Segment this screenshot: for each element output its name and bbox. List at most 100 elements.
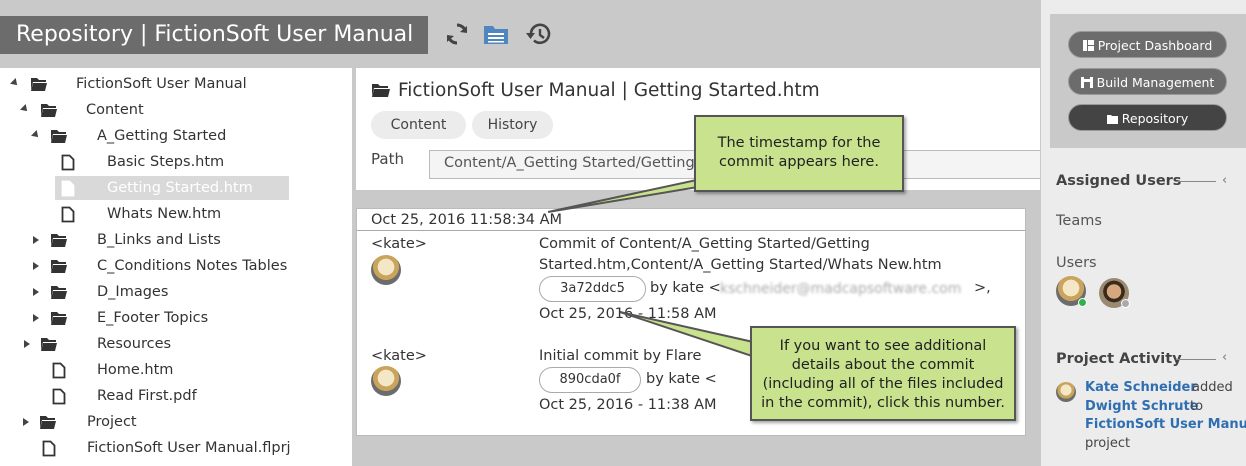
repository-icon	[1106, 115, 1118, 124]
folder-icon	[40, 416, 56, 429]
collapse-caret-icon[interactable]: ‹	[1222, 173, 1227, 188]
nav-label: Project Dashboard	[1097, 38, 1213, 53]
tree-item-e-footer[interactable]: E_Footer Topics	[0, 306, 352, 332]
collapse-arrow-icon[interactable]	[23, 418, 29, 426]
commit-date: Oct 25, 2016 - 11:38 AM	[539, 397, 717, 413]
build-management-button[interactable]: Build Management	[1068, 68, 1227, 95]
page-title: Repository | FictionSoft User Manual	[0, 16, 428, 54]
expand-arrow-icon[interactable]	[31, 130, 41, 140]
tree-item-home[interactable]: Home.htm	[0, 358, 352, 384]
details-callout: If you want to see additional details ab…	[750, 326, 1016, 421]
folder-view-icon[interactable]	[482, 20, 510, 48]
assigned-users-heading: Assigned Users	[1056, 173, 1182, 189]
collapse-arrow-icon[interactable]	[33, 288, 39, 296]
tree-item-label: Whats New.htm	[107, 206, 222, 222]
dashboard-icon	[1082, 40, 1094, 51]
tree-item-c-conditions[interactable]: C_Conditions Notes Tables	[0, 254, 352, 280]
folder-icon	[51, 234, 67, 247]
activity-user-link[interactable]: Kate Schneider	[1085, 380, 1197, 395]
commit-hash-button[interactable]: 3a72ddc5	[539, 276, 646, 302]
commit-by: by kate <	[650, 280, 721, 296]
collapse-caret-icon[interactable]: ‹	[1222, 350, 1227, 365]
commit-email-suffix: >,	[974, 280, 991, 296]
tree-item-basic-steps[interactable]: Basic Steps.htm	[0, 150, 352, 176]
tree-item-root[interactable]: FictionSoft User Manual	[0, 72, 352, 98]
users-label: Users	[1056, 255, 1097, 271]
tree-item-d-images[interactable]: D_Images	[0, 280, 352, 306]
tree-item-label: Basic Steps.htm	[107, 154, 225, 170]
tree-item-project[interactable]: Project	[0, 410, 352, 436]
tree-item-content[interactable]: Content	[0, 98, 352, 124]
collapse-arrow-icon[interactable]	[33, 314, 39, 322]
project-activity-heading: Project Activity	[1056, 351, 1182, 367]
tab-history[interactable]: History	[472, 111, 553, 139]
tree-item-label: A_Getting Started	[97, 128, 227, 144]
tree-item-label: Read First.pdf	[97, 388, 197, 404]
tree-item-a-getting-started[interactable]: A_Getting Started	[0, 124, 352, 150]
tree-item-label: B_Links and Lists	[97, 232, 221, 248]
commit-message-cont: Started.htm,Content/A_Getting Started/Wh…	[539, 257, 942, 273]
avatar	[371, 366, 401, 396]
history-icon[interactable]	[525, 20, 553, 48]
tree-item-label: D_Images	[97, 284, 169, 300]
file-icon	[61, 180, 75, 197]
collapse-arrow-icon[interactable]	[33, 236, 39, 244]
folder-icon	[51, 312, 67, 325]
section-divider	[1176, 181, 1216, 182]
tree-item-getting-started[interactable]: Getting Started.htm	[0, 176, 352, 202]
expand-arrow-icon[interactable]	[20, 104, 30, 114]
collapse-arrow-icon[interactable]	[24, 340, 30, 348]
commit-by: by kate <	[646, 371, 717, 387]
tree-item-label: E_Footer Topics	[97, 310, 209, 326]
commit-timestamp: Oct 25, 2016 11:58:34 AM	[357, 209, 1025, 231]
commit-author: <kate>	[371, 348, 427, 364]
file-icon	[42, 440, 56, 457]
folder-icon	[51, 260, 67, 273]
commit-date: Oct 25, 2016 - 11:58 AM	[539, 306, 717, 322]
project-dashboard-button[interactable]: Project Dashboard	[1068, 31, 1227, 58]
folder-icon	[41, 338, 57, 351]
folder-open-icon	[41, 104, 57, 117]
commit-author: <kate>	[371, 236, 427, 252]
file-icon	[61, 154, 75, 171]
folder-open-icon	[31, 78, 47, 91]
tree-item-read-first[interactable]: Read First.pdf	[0, 384, 352, 410]
tree-item-label: FictionSoft User Manual	[76, 76, 247, 92]
tree-item-label: Getting Started.htm	[107, 180, 253, 196]
teams-label: Teams	[1056, 213, 1102, 229]
document-title: FictionSoft User Manual | Getting Starte…	[398, 80, 820, 101]
nav-label: Repository	[1121, 111, 1189, 126]
activity-to: to	[1190, 399, 1204, 414]
offline-status-icon	[1121, 299, 1130, 308]
activity-target-link[interactable]: Dwight Schrute	[1085, 399, 1199, 414]
sync-icon[interactable]	[443, 20, 471, 48]
file-icon	[61, 206, 75, 223]
tree-item-label: Content	[86, 102, 144, 118]
repository-button[interactable]: Repository	[1068, 104, 1227, 131]
activity-project-link[interactable]: FictionSoft User Manual	[1085, 417, 1246, 432]
tree-item-whats-new[interactable]: Whats New.htm	[0, 202, 352, 228]
build-icon	[1080, 77, 1093, 88]
tree-item-label: C_Conditions Notes Tables	[97, 258, 288, 274]
tree-item-flprj[interactable]: FictionSoft User Manual.flprj	[0, 436, 352, 462]
timestamp-callout: The timestamp for the commit appears her…	[694, 115, 904, 192]
tree-item-label: Project	[87, 414, 137, 430]
nav-label: Build Management	[1096, 75, 1215, 90]
commit-message: Initial commit by Flare	[539, 348, 702, 364]
folder-icon	[51, 286, 67, 299]
tree-item-label: Home.htm	[97, 362, 174, 378]
tree-item-resources[interactable]: Resources	[0, 332, 352, 358]
folder-open-icon	[372, 84, 390, 97]
activity-project-word: project	[1085, 436, 1131, 451]
tab-content[interactable]: Content	[371, 111, 466, 139]
commit-hash-button[interactable]: 890cda0f	[539, 367, 641, 393]
tree-item-b-links[interactable]: B_Links and Lists	[0, 228, 352, 254]
folder-open-icon	[51, 130, 67, 143]
activity-verb: added	[1192, 380, 1233, 395]
avatar	[371, 255, 401, 285]
section-divider	[1176, 359, 1216, 360]
activity-avatar	[1056, 382, 1076, 402]
expand-arrow-icon[interactable]	[10, 78, 20, 88]
collapse-arrow-icon[interactable]	[33, 262, 39, 270]
online-status-icon	[1078, 298, 1087, 307]
